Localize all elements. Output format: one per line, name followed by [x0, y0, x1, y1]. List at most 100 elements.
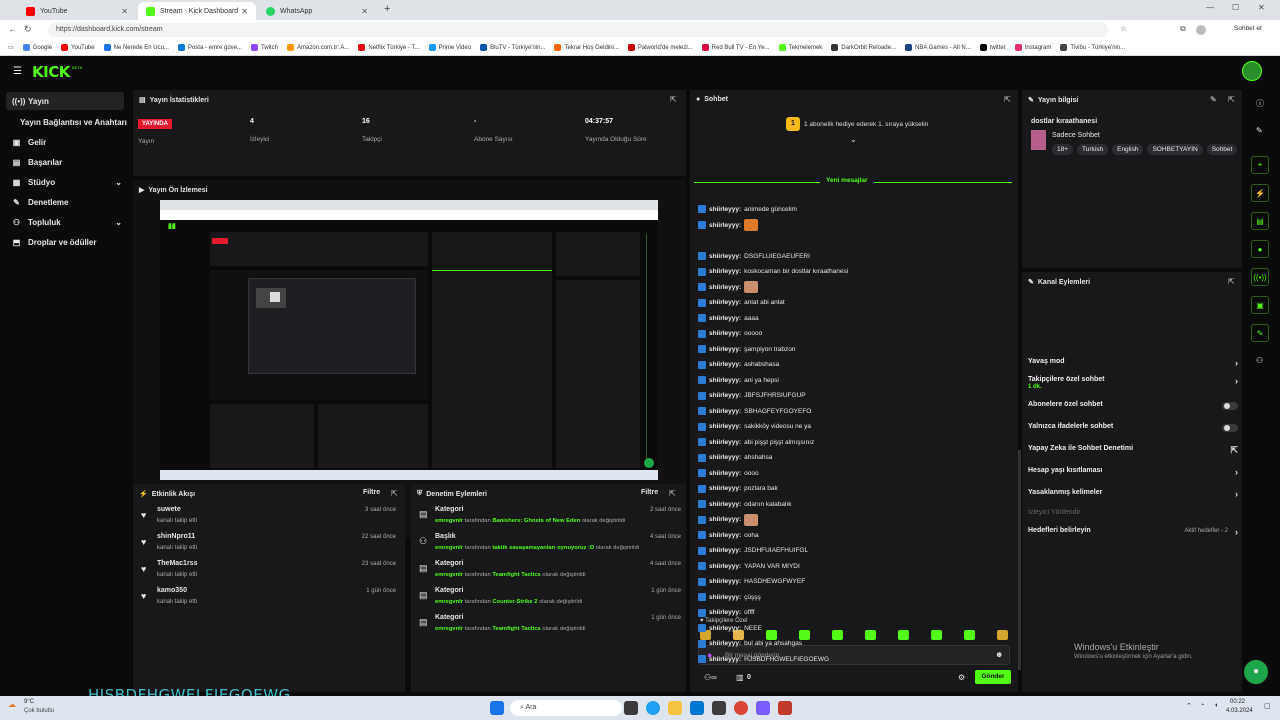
bookmarks-icon[interactable]: ▭ [8, 44, 14, 51]
chevron-right-icon[interactable]: › [1235, 527, 1238, 537]
bookmark-item[interactable]: Google [22, 44, 52, 51]
channel-action-item[interactable]: Hesap yaşı kısıtlaması › [1028, 467, 1238, 481]
recording-app-icon[interactable] [778, 701, 792, 715]
chat-username[interactable]: shiirleyyy: [709, 454, 741, 461]
expand-icon[interactable]: ⇱ [669, 489, 676, 498]
profile-avatar[interactable] [1196, 25, 1206, 35]
expand-icon[interactable]: ⇱ [391, 489, 398, 498]
bookmark-item[interactable]: Amazon.com.tr: A... [287, 44, 349, 51]
rail-button-chat[interactable]: ● [1251, 240, 1269, 258]
weather-temp[interactable]: 9°C [24, 699, 34, 705]
app-icon[interactable] [756, 701, 770, 715]
minimize-button[interactable]: — [1206, 3, 1214, 12]
stream-tag[interactable]: 18+ [1052, 144, 1074, 155]
star-icon[interactable]: ☆ [1120, 24, 1127, 33]
user-avatar[interactable] [1242, 61, 1262, 81]
sidebar-item-topluluk[interactable]: ⚇ Topluluk ⌄ [12, 218, 122, 227]
rail-button-lightning[interactable]: ⚡ [1251, 184, 1269, 202]
sidebar-item-droplar[interactable]: ⬒ Droplar ve ödüller [12, 238, 97, 247]
bookmark-item[interactable]: NBA Games - All N... [905, 44, 971, 51]
menu-icon[interactable]: ☰ [13, 66, 22, 77]
chevron-right-icon[interactable]: › [1235, 489, 1238, 499]
chat-username[interactable]: shiirleyyy: [709, 423, 741, 430]
bookmark-item[interactable]: Ne Nerede En Ucu... [103, 44, 169, 51]
mod-action-user[interactable]: emregvnlr [435, 545, 463, 551]
toggle-switch[interactable] [1222, 424, 1238, 432]
edit-icon[interactable]: ✎ [1210, 95, 1217, 104]
toggle-switch[interactable] [1222, 402, 1238, 410]
bookmark-item[interactable]: Red Bull TV - En Ye... [701, 44, 770, 51]
settings-icon[interactable]: ⚙ [958, 673, 965, 682]
close-icon[interactable]: ✕ [241, 7, 248, 16]
sidebar-item-studyo[interactable]: ▦ Stüdyo ⌄ [12, 178, 122, 187]
emote-icon[interactable] [898, 630, 909, 640]
bookmark-item[interactable]: Twitch [251, 44, 278, 51]
activity-username[interactable]: suwete [157, 506, 181, 513]
stream-preview-video[interactable]: ▮▮ [160, 200, 658, 480]
sidebar-item-gelir[interactable]: ▣ Gelir [12, 138, 47, 147]
back-icon[interactable]: ← [8, 24, 17, 34]
chat-username[interactable]: shiirleyyy: [709, 594, 741, 601]
chat-username[interactable]: shiirleyyy: [709, 377, 741, 384]
filter-button[interactable]: Filtre [641, 489, 658, 496]
bookmark-item[interactable]: Tekmelemek [778, 44, 822, 51]
channel-action-item[interactable]: Yapay Zeka ile Sohbet Denetimi ⇱ [1028, 445, 1238, 459]
chat-scrollbar[interactable] [1018, 450, 1021, 670]
chat-username[interactable]: shiirleyyy: [709, 656, 741, 663]
support-chat-button[interactable]: ● [1244, 660, 1268, 684]
expand-icon[interactable]: ⇱ [1228, 95, 1235, 104]
stream-tag[interactable]: English [1112, 144, 1144, 155]
taskbar-search[interactable]: ⌕ Ara [510, 700, 622, 716]
channel-action-item[interactable]: Yasaklanmış kelimeler › [1028, 489, 1238, 503]
maximize-button[interactable]: ☐ [1232, 3, 1239, 12]
chevron-right-icon[interactable]: › [1235, 376, 1238, 386]
connected-users-icon[interactable]: ⚇∞ [704, 673, 717, 682]
mod-action-user[interactable]: emregvnlr [435, 572, 463, 578]
close-window-button[interactable]: ✕ [1258, 3, 1265, 12]
chat-username[interactable]: shiirleyyy: [709, 578, 741, 585]
bookmark-item[interactable]: YouTube [61, 44, 95, 51]
task-view-icon[interactable] [624, 701, 638, 715]
chat-username[interactable]: shiirleyyy: [709, 392, 741, 399]
activity-username[interactable]: shinNpro11 [157, 533, 195, 540]
rail-button-layout[interactable]: ▣ [1251, 296, 1269, 314]
mod-action-user[interactable]: emregvnlr [435, 518, 463, 524]
taskbar-time[interactable]: 00:22 [1230, 699, 1245, 705]
emote-icon[interactable] [997, 630, 1008, 640]
expand-icon[interactable]: ⇱ [670, 95, 677, 104]
tab-youtube[interactable]: YouTube ✕ [18, 2, 136, 20]
chat-username[interactable]: shiirleyyy: [709, 501, 741, 508]
file-explorer-icon[interactable] [668, 701, 682, 715]
rail-button-broadcast[interactable]: ((•)) [1251, 268, 1269, 286]
channel-action-item[interactable]: Yalnızca ifadelerle sohbet [1028, 423, 1238, 437]
expand-icon[interactable]: ⇱ [1004, 95, 1011, 104]
chat-username[interactable]: shiirleyyy: [709, 284, 741, 291]
expand-icon[interactable]: ⇱ [1228, 277, 1235, 286]
address-bar[interactable]: https://dashboard.kick.com/stream [48, 23, 1108, 37]
chevron-down-icon[interactable]: ⌄ [850, 135, 857, 144]
store-icon[interactable] [712, 701, 726, 715]
sidebar-item-yayin[interactable]: ((•)) Yayın [12, 97, 49, 106]
kick-logo[interactable]: KICK [32, 63, 70, 81]
chat-username[interactable]: shiirleyyy: [709, 206, 741, 213]
filter-button[interactable]: Filtre [363, 489, 380, 496]
network-icon[interactable]: ◔ [1200, 702, 1204, 709]
emote-icon[interactable] [964, 630, 975, 640]
sidebar-item-basarilar[interactable]: ▤ Başarılar [12, 158, 63, 167]
bookmark-item[interactable]: Prime Video [428, 44, 471, 51]
send-button[interactable]: Gönder [975, 670, 1011, 684]
users-icon[interactable]: ⚇ [1256, 356, 1263, 365]
emote-icon[interactable] [865, 630, 876, 640]
new-tab-button[interactable]: + [384, 3, 390, 15]
channel-action-item[interactable]: Abonelere özel sohbet [1028, 401, 1238, 415]
chevron-down-icon[interactable]: ⌄ [115, 178, 122, 187]
chat-username[interactable]: shiirleyyy: [709, 253, 741, 260]
gift-icon[interactable]: ▥ [736, 673, 744, 682]
outlook-icon[interactable] [690, 701, 704, 715]
chat-username[interactable]: shiirleyyy: [709, 609, 741, 616]
bookmark-item[interactable]: Instagram [1014, 44, 1051, 51]
bookmark-item[interactable]: BluTV - Türkiye'nin... [480, 44, 545, 51]
chat-username[interactable]: shiirleyyy: [709, 299, 741, 306]
sidebar-item-denetleme[interactable]: ✎ Denetleme [12, 198, 68, 207]
rail-button-notes[interactable]: ▤ [1251, 212, 1269, 230]
